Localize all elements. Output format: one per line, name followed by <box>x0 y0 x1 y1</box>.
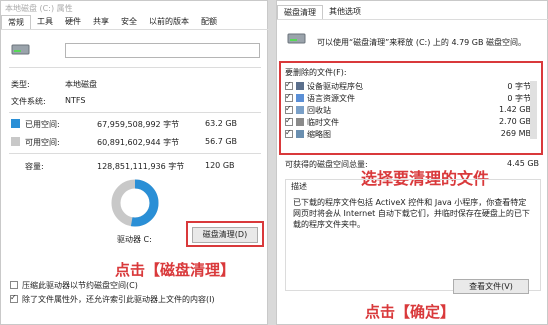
file-item-size: 1.42 GB <box>498 105 531 114</box>
file-item-name: 缩略图 <box>307 130 331 139</box>
description-text: 已下载的程序文件包括 ActiveX 控件和 Java 小程序，你查看特定网页时… <box>293 198 530 229</box>
disk-properties-window: 本地磁盘 (C:) 属性 常规 工具 硬件 共享 安全 以前的版本 配额 类型: 本地磁盘 … <box>0 0 269 325</box>
filesystem-label: 文件系统: <box>11 97 46 106</box>
disk-cleanup-button[interactable]: 磁盘清理(D) <box>192 227 258 243</box>
files-to-delete-label: 要删除的文件(F): <box>285 68 347 77</box>
cleanup-tab-1[interactable]: 其他选项 <box>323 5 367 19</box>
annotation-click-cleanup: 点击【磁盘清理】 <box>115 261 236 279</box>
language-file-icon <box>296 94 304 102</box>
annotation-click-ok: 点击【确定】 <box>365 303 456 321</box>
description-group <box>285 179 541 291</box>
thumbnail-icon <box>296 130 304 138</box>
file-list-item[interactable]: 临时文件 2.70 GB <box>285 116 533 128</box>
tab-0[interactable]: 常规 <box>1 15 31 29</box>
recycle-bin-icon <box>296 106 304 114</box>
file-item-size: 2.70 GB <box>498 117 531 126</box>
file-item-name: 临时文件 <box>307 118 339 127</box>
drive-name-input[interactable] <box>65 43 260 58</box>
free-space-size: 56.7 GB <box>205 137 238 146</box>
file-item-size: 269 MB <box>500 129 531 138</box>
index-label: 除了文件属性外，还允许索引此驱动器上文件的内容(I) <box>22 295 215 304</box>
file-item-checkbox[interactable] <box>285 104 293 114</box>
tab-5[interactable]: 以前的版本 <box>143 15 195 29</box>
file-item-size: 0 字节 <box>507 94 531 103</box>
type-value: 本地磁盘 <box>65 80 97 89</box>
file-item-checkbox[interactable] <box>285 92 293 102</box>
window-title: 本地磁盘 (C:) 属性 <box>5 4 73 13</box>
tab-3[interactable]: 共享 <box>87 15 115 29</box>
files-list-scrollbar[interactable] <box>530 81 537 139</box>
capacity-bytes: 128,851,111,936 字节 <box>97 162 185 171</box>
file-list-item[interactable]: 设备驱动程序包 0 字节 <box>285 80 533 92</box>
file-item-size: 0 字节 <box>507 82 531 91</box>
drive-letter-label: 驱动器 C: <box>117 235 152 244</box>
tab-1[interactable]: 工具 <box>31 15 59 29</box>
tab-2[interactable]: 硬件 <box>59 15 87 29</box>
hard-drive-icon <box>11 44 30 55</box>
properties-tabs: 常规 工具 硬件 共享 安全 以前的版本 配额 <box>1 15 223 29</box>
free-space-label: 可用空间: <box>25 138 60 147</box>
type-label: 类型: <box>11 80 30 89</box>
tab-4[interactable]: 安全 <box>115 15 143 29</box>
file-list-item[interactable]: 语言资源文件 0 字节 <box>285 92 533 104</box>
file-item-name: 语言资源文件 <box>307 94 355 103</box>
capacity-size: 120 GB <box>205 161 235 170</box>
index-checkbox[interactable] <box>10 293 18 303</box>
cleanup-tab-0[interactable]: 磁盘清理 <box>277 5 323 19</box>
cleanup-tabs: 磁盘清理 其他选项 <box>277 5 367 19</box>
total-space-label: 可获得的磁盘空间总量: <box>285 160 368 169</box>
compress-label: 压缩此驱动器以节约磁盘空间(C) <box>22 281 138 290</box>
capacity-label: 容量: <box>25 162 44 171</box>
used-space-bytes: 67,959,508,992 字节 <box>97 120 180 129</box>
cleanup-drive-icon <box>287 33 306 44</box>
compress-checkbox[interactable] <box>10 281 18 289</box>
disk-usage-donut <box>111 179 159 227</box>
free-space-swatch <box>11 137 20 146</box>
used-space-size: 63.2 GB <box>205 119 238 128</box>
file-list-item[interactable]: 回收站 1.42 GB <box>285 104 533 116</box>
file-item-checkbox[interactable] <box>285 116 293 126</box>
file-list-item[interactable]: 缩略图 269 MB <box>285 128 533 140</box>
free-space-bytes: 60,891,602,944 字节 <box>97 138 180 147</box>
file-item-checkbox[interactable] <box>285 80 293 90</box>
description-label: 描述 <box>289 181 309 192</box>
file-item-checkbox[interactable] <box>285 128 293 138</box>
file-item-name: 设备驱动程序包 <box>307 82 363 91</box>
disk-cleanup-window: 磁盘清理 其他选项 可以使用“磁盘清理”来释放 (C:) 上的 4.79 GB 磁… <box>276 0 548 325</box>
used-space-swatch <box>11 119 20 128</box>
tab-6[interactable]: 配额 <box>195 15 223 29</box>
view-files-button[interactable]: 查看文件(V) <box>453 279 529 294</box>
file-item-name: 回收站 <box>307 106 331 115</box>
driver-package-icon <box>296 82 304 90</box>
cleanup-intro-text: 可以使用“磁盘清理”来释放 (C:) 上的 4.79 GB 磁盘空间。 <box>317 38 527 47</box>
used-space-label: 已用空间: <box>25 120 60 129</box>
filesystem-value: NTFS <box>65 96 86 105</box>
temp-file-icon <box>296 118 304 126</box>
total-space-value: 4.45 GB <box>507 159 540 168</box>
